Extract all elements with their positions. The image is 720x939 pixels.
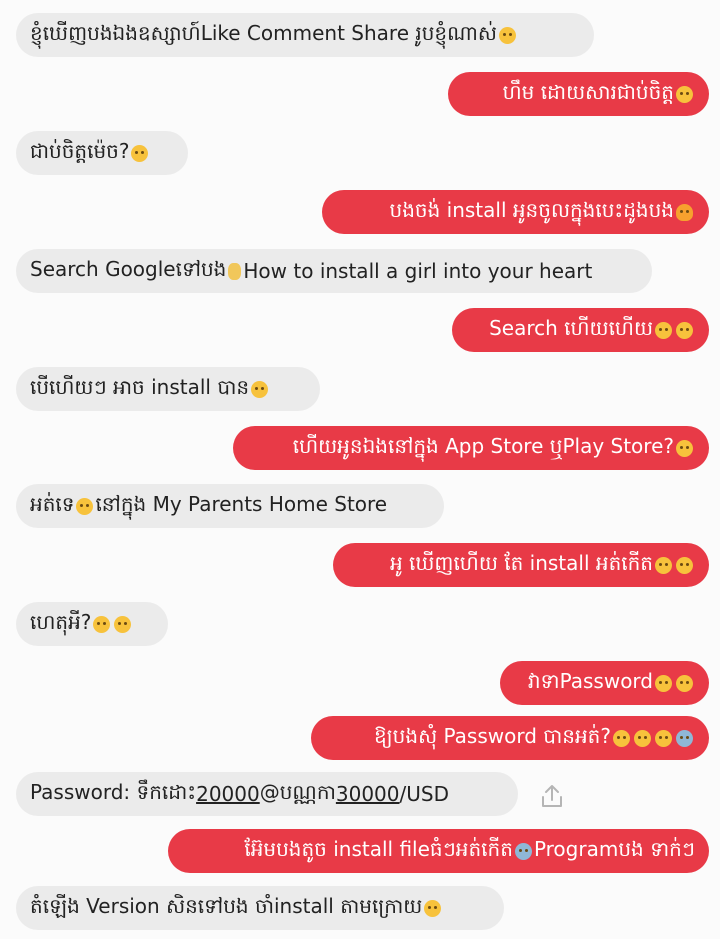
unamused-emoji-icon bbox=[676, 556, 693, 574]
message-text: /USD bbox=[399, 782, 449, 806]
sad-emoji-icon bbox=[634, 729, 651, 747]
message-bubble-received[interactable]: ជាប់ចិត្តម៉េច? bbox=[16, 131, 188, 175]
message-bubble-received[interactable]: តំឡើង Version សិនទៅបង ចាំinstall តាមក្រោ… bbox=[16, 886, 504, 930]
sad-emoji-icon bbox=[613, 729, 630, 747]
message-text: Programបង ទាក់ៗ bbox=[533, 837, 695, 861]
cry-emoji-icon bbox=[514, 842, 532, 860]
message-bubble-received[interactable]: ខ្ញុំឃើញបងឯងឧស្សាហ៍Like Comment Share រូ… bbox=[16, 13, 594, 57]
message-text: Search ហើយហើយ bbox=[489, 316, 653, 340]
message-text: @បណ្ណកា bbox=[259, 780, 336, 804]
smile-emoji-icon bbox=[498, 26, 516, 44]
fear-emoji-icon bbox=[676, 729, 693, 747]
unamused-emoji-icon bbox=[655, 321, 672, 339]
message-text: Password: ទឹកដោះ bbox=[30, 780, 197, 804]
neutral-emoji-icon bbox=[93, 615, 111, 633]
chat-thread: ខ្ញុំឃើញបងឯងឧស្សាហ៍Like Comment Share រូ… bbox=[0, 0, 720, 939]
message-text: អ៊ែមបងតូច install fileធំៗអត់កើត bbox=[244, 837, 513, 861]
message-bubble-received[interactable]: អត់ទេ នៅក្នុង My Parents Home Store bbox=[16, 484, 444, 528]
message-bubble-received[interactable]: បើហើយៗ អាច install បាន bbox=[16, 367, 320, 411]
sad-emoji-icon bbox=[655, 729, 672, 747]
message-text: 30000 bbox=[335, 782, 400, 806]
message-text: នៅក្នុង My Parents Home Store bbox=[95, 492, 388, 516]
message-bubble-sent[interactable]: ហឹម ដោយសារជាប់ចិត្ត bbox=[448, 72, 709, 116]
unamused-emoji-icon bbox=[676, 321, 693, 339]
message-text: How to install a girl into your heart bbox=[243, 259, 593, 283]
message-bubble-sent[interactable]: វាទាPassword bbox=[500, 661, 709, 705]
message-text: វាទាPassword bbox=[527, 669, 653, 693]
grin-emoji-icon bbox=[676, 439, 693, 457]
message-text: ឱ្យបងសុំ Password បានអត់? bbox=[374, 724, 611, 748]
message-text: ហើយអូនឯងនៅក្នុង App Store ឬPlay Store? bbox=[292, 434, 674, 458]
grin-emoji-icon bbox=[655, 674, 672, 692]
message-bubble-received[interactable]: Password: ទឹកដោះ 20000 @បណ្ណកា 30000/USD bbox=[16, 772, 518, 816]
message-text: បើហើយៗ អាច install បាន bbox=[30, 375, 250, 399]
message-text: ជាប់ចិត្តម៉េច? bbox=[30, 139, 130, 163]
sad-emoji-icon bbox=[676, 674, 693, 692]
message-bubble-sent[interactable]: Search ហើយហើយ bbox=[452, 308, 709, 352]
grin-emoji-icon bbox=[424, 899, 442, 917]
message-text: បងចង់ install អូនចូលក្នុងបេះដូងបង bbox=[389, 198, 675, 222]
fire-emoji-icon bbox=[676, 203, 693, 221]
message-text: តំឡើង Version សិនទៅបង ចាំinstall តាមក្រោ… bbox=[30, 894, 423, 918]
surprised-emoji-icon bbox=[131, 144, 149, 162]
message-bubble-sent[interactable]: អូ ឃើញហើយ តែ install អត់កើត bbox=[333, 543, 709, 587]
message-text: អត់ទេ bbox=[30, 492, 75, 516]
unamused-emoji-icon bbox=[76, 497, 94, 515]
message-bubble-received[interactable]: Search Googleទៅបង How to install a girl … bbox=[16, 249, 652, 293]
message-bubble-sent[interactable]: ហើយអូនឯងនៅក្នុង App Store ឬPlay Store? bbox=[233, 426, 709, 470]
grin-emoji-icon bbox=[676, 85, 693, 103]
message-text: ហឹម ដោយសារជាប់ចិត្ត bbox=[502, 80, 674, 104]
grin-emoji-icon bbox=[251, 380, 269, 398]
message-bubble-sent[interactable]: ឱ្យបងសុំ Password បានអត់? bbox=[311, 716, 709, 760]
share-upload-icon[interactable] bbox=[538, 782, 566, 810]
message-bubble-sent[interactable]: បងចង់ install អូនចូលក្នុងបេះដូងបង bbox=[322, 190, 709, 234]
message-text: ហេតុអី? bbox=[30, 610, 92, 634]
message-text: អូ ឃើញហើយ តែ install អត់កើត bbox=[389, 551, 653, 575]
message-text: 20000 bbox=[196, 782, 260, 806]
message-text: Search Googleទៅបង bbox=[30, 257, 227, 281]
unamused-emoji-icon bbox=[655, 556, 672, 574]
message-bubble-sent[interactable]: អ៊ែមបងតូច install fileធំៗអត់កើត Programប… bbox=[168, 829, 709, 873]
message-text: ខ្ញុំឃើញបងឯងឧស្សាហ៍Like Comment Share រូ… bbox=[30, 21, 497, 45]
hand-emoji-icon bbox=[228, 262, 242, 280]
surprised-emoji-icon bbox=[114, 615, 132, 633]
message-bubble-received[interactable]: ហេតុអី? bbox=[16, 602, 168, 646]
